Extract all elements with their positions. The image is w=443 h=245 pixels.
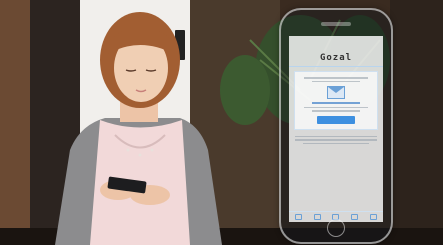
phone-screen: Gozal (289, 36, 383, 222)
text-line (312, 110, 360, 112)
wood-door-left (0, 0, 30, 245)
video-frame: Gozal (0, 0, 443, 245)
text-line (295, 139, 377, 141)
text-line (295, 135, 377, 137)
footer-text (289, 135, 383, 144)
forward-icon[interactable] (313, 214, 321, 220)
back-icon[interactable] (294, 214, 302, 220)
phone-speaker (321, 22, 351, 26)
app-logo: Gozal (289, 53, 383, 67)
confirm-button[interactable] (317, 115, 355, 124)
envelope-icon (327, 86, 345, 99)
text-line (304, 77, 368, 79)
text-line (312, 80, 360, 82)
bookmarks-icon[interactable] (351, 214, 359, 220)
nav-bar (289, 43, 383, 51)
text-line (303, 142, 369, 144)
home-button[interactable] (327, 219, 345, 237)
link-line[interactable] (312, 102, 360, 104)
confirmation-card (294, 71, 378, 130)
status-bar (289, 36, 383, 43)
text-line (304, 106, 368, 108)
tabs-icon[interactable] (370, 214, 378, 220)
dark-wood-right (390, 0, 443, 245)
phone-mockup-overlay: Gozal (279, 8, 393, 244)
